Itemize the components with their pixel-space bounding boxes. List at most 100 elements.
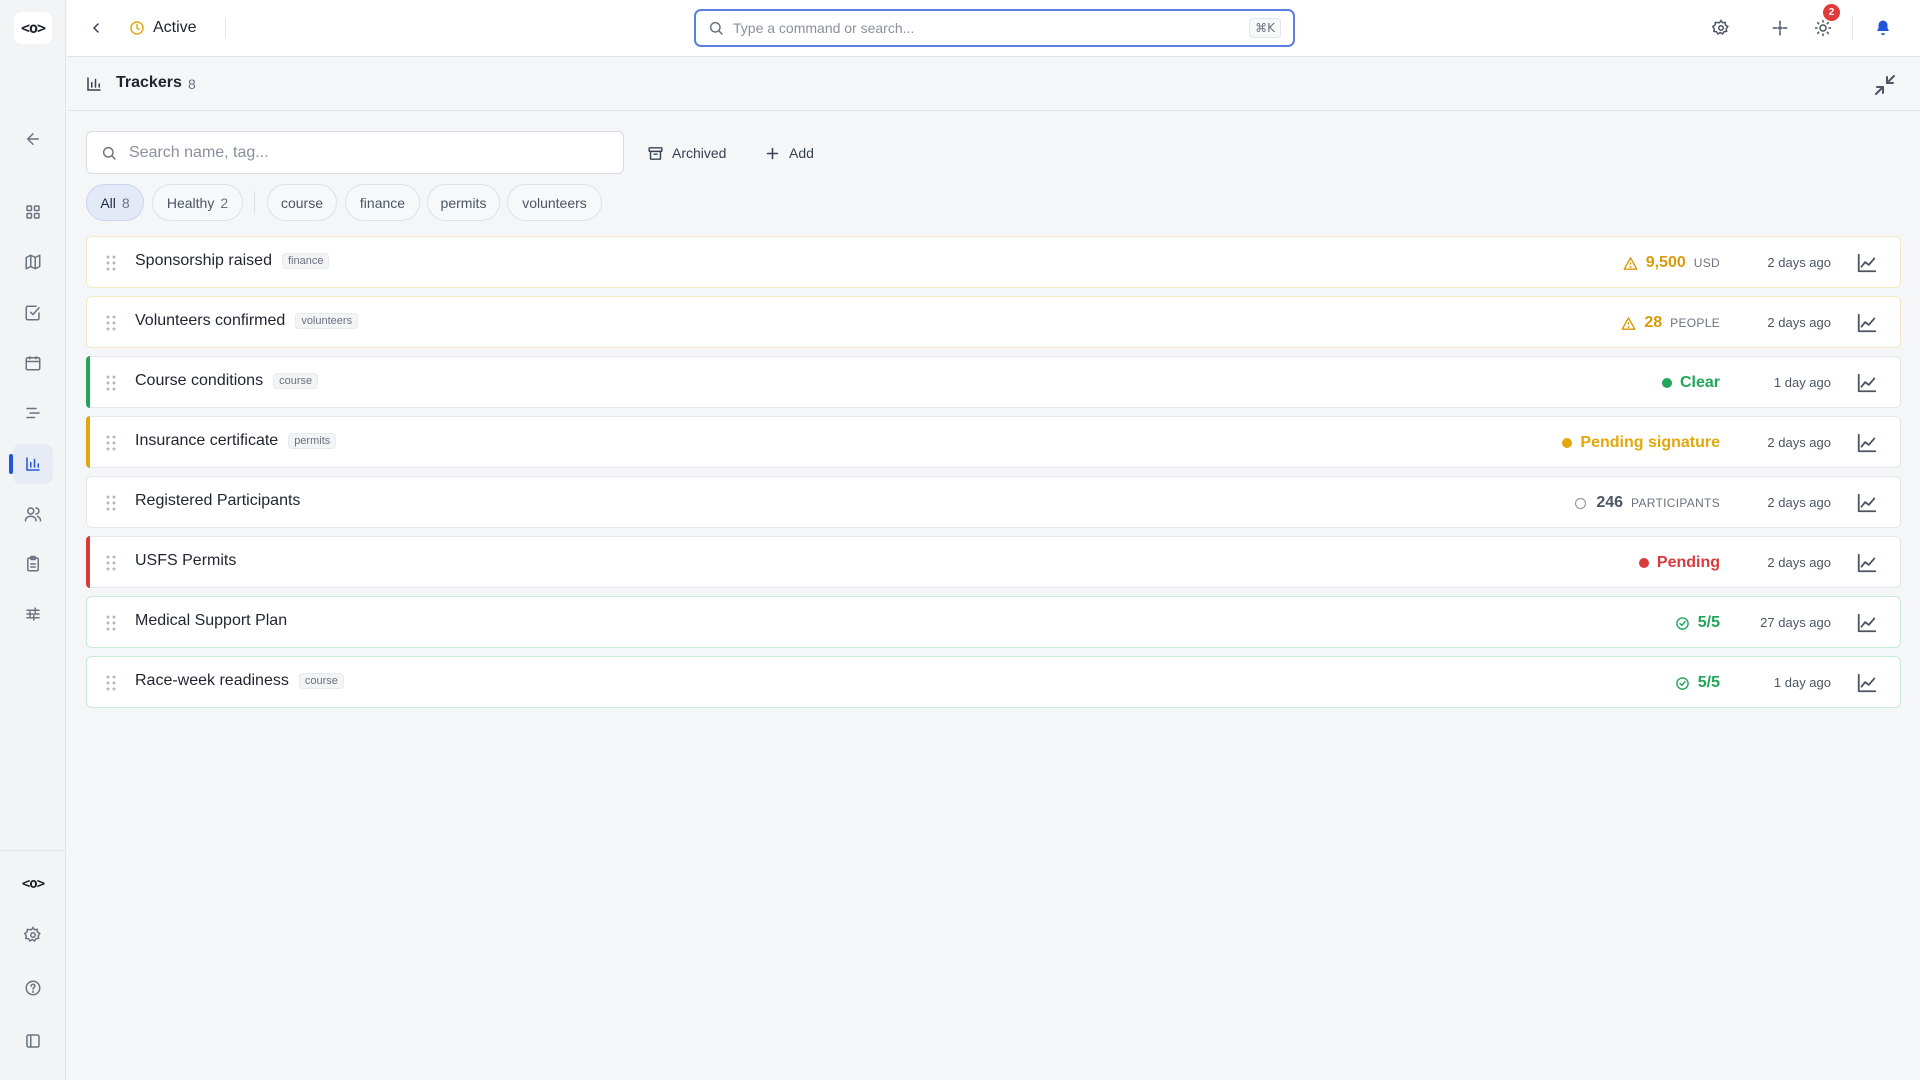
tracker-title: Registered Participants: [135, 492, 301, 509]
tracker-row[interactable]: Registered Participants 246 PARTICIPANTS…: [86, 476, 1901, 528]
chip-label: All: [100, 194, 116, 211]
trend-chart-icon[interactable]: [1856, 612, 1878, 634]
status-label: Active: [153, 19, 197, 36]
tracker-row[interactable]: USFS Permits Pending 2 days ago: [86, 536, 1901, 588]
bell-icon: [1877, 20, 1889, 36]
tracker-title: Race-week readiness: [135, 672, 289, 689]
value-number: 9,500: [1645, 254, 1686, 271]
trend-chart-icon[interactable]: [1856, 552, 1878, 574]
sidebar-item-checklist[interactable]: [13, 544, 53, 584]
drag-handle-icon[interactable]: [106, 435, 116, 451]
gear-icon: [1712, 19, 1729, 36]
drag-handle-icon[interactable]: [106, 555, 116, 571]
tracker-tag: finance: [281, 253, 330, 269]
minimize-icon[interactable]: [1873, 73, 1897, 97]
sidebar-item-trackers[interactable]: [13, 444, 53, 484]
trend-chart-icon[interactable]: [1856, 432, 1878, 454]
tracker-name: Volunteers confirmed volunteers: [135, 312, 359, 330]
archived-button[interactable]: Archived: [647, 141, 726, 165]
status-stripe: [86, 536, 90, 588]
check-square-icon: [25, 305, 40, 321]
topbar-divider-right: [1852, 16, 1853, 40]
circle-outline-icon: [1575, 497, 1587, 509]
drag-handle-icon[interactable]: [106, 375, 116, 391]
tracker-value: 5/5: [1675, 672, 1720, 694]
filter-chip-course[interactable]: course: [267, 184, 337, 221]
check-circle-icon: [1675, 616, 1689, 630]
tracker-row[interactable]: Insurance certificate permits Pending si…: [86, 416, 1901, 468]
sidebar-item-calendar[interactable]: [13, 343, 53, 383]
sidebar-item-settings-sliders[interactable]: [13, 594, 53, 634]
sliders-icon: [26, 607, 40, 621]
drag-handle-icon[interactable]: [106, 675, 116, 691]
value-unit: PARTICIPANTS: [1631, 496, 1720, 510]
chip-label: Healthy: [166, 194, 215, 211]
sidebar-back-button[interactable]: [13, 119, 53, 159]
workspace-logo[interactable]: <o>: [13, 868, 53, 900]
topbar: Active Type a command or search... ⌘K 2: [67, 0, 1920, 57]
tracker-title: Medical Support Plan: [135, 612, 288, 629]
tracker-row[interactable]: Course conditions course Clear 1 day ago: [86, 356, 1901, 408]
sidebar-settings-button[interactable]: [13, 915, 53, 955]
ai-assist-button[interactable]: [1766, 14, 1794, 42]
sidebar-item-people[interactable]: [13, 494, 53, 534]
trend-chart-icon[interactable]: [1856, 492, 1878, 514]
command-search-input[interactable]: Type a command or search... ⌘K: [694, 9, 1295, 47]
drag-handle-icon[interactable]: [106, 315, 116, 331]
tracker-name: USFS Permits: [135, 552, 236, 570]
add-tracker-button[interactable]: Add: [764, 141, 814, 165]
search-icon: [102, 146, 116, 160]
drag-handle-icon[interactable]: [106, 615, 116, 631]
sidebar-item-dashboard[interactable]: [13, 192, 53, 232]
app-logo[interactable]: <o>: [14, 12, 52, 44]
search-icon: [709, 21, 723, 35]
tracker-value: 246 PARTICIPANTS: [1573, 492, 1720, 514]
status-stripe: [86, 356, 90, 408]
sidebar: <o> <o>: [0, 0, 66, 1080]
trend-chart-icon[interactable]: [1856, 312, 1878, 334]
tracker-search-input[interactable]: Search name, tag...: [86, 131, 624, 174]
filter-chip-healthy[interactable]: Healthy 2: [152, 184, 243, 221]
chip-count: 2: [220, 194, 229, 211]
add-label: Add: [789, 145, 814, 161]
trend-chart-icon[interactable]: [1856, 672, 1878, 694]
filter-chip-volunteers[interactable]: volunteers: [507, 184, 602, 221]
back-button[interactable]: [81, 14, 111, 42]
value-text: Clear: [1679, 374, 1720, 391]
sidebar-help-button[interactable]: [13, 968, 53, 1008]
filter-chip-all[interactable]: All 8: [86, 184, 144, 221]
updated-time: 27 days ago: [1760, 615, 1831, 630]
tracker-value: Pending signature: [1562, 432, 1720, 454]
tracker-name: Medical Support Plan: [135, 612, 287, 630]
status-dot: [1661, 378, 1672, 388]
trend-chart-icon[interactable]: [1856, 252, 1878, 274]
sidebar-item-timeline[interactable]: [13, 393, 53, 433]
tracker-title: Sponsorship raised: [135, 252, 272, 269]
archived-label: Archived: [672, 145, 727, 161]
settings-button[interactable]: [1707, 14, 1735, 42]
sparkle-icon: [1772, 20, 1788, 36]
tracker-row[interactable]: Volunteers confirmed volunteers 28 PEOPL…: [86, 296, 1901, 348]
value-number: 246: [1596, 494, 1624, 511]
tracker-row[interactable]: Sponsorship raised finance 9,500 USD 2 d…: [86, 236, 1901, 288]
drag-handle-icon[interactable]: [106, 255, 116, 271]
sidebar-item-tasks[interactable]: [13, 293, 53, 333]
sidebar-toggle-button[interactable]: [13, 1021, 53, 1061]
tracker-row[interactable]: Race-week readiness course 5/5 1 day ago: [86, 656, 1901, 708]
tracker-row[interactable]: Medical Support Plan 5/5 27 days ago: [86, 596, 1901, 648]
drag-handle-icon[interactable]: [106, 495, 116, 511]
filter-chip-permits[interactable]: permits: [427, 184, 500, 221]
panel-icon: [26, 1034, 40, 1048]
value-number: 5/5: [1697, 674, 1720, 691]
notifications-button[interactable]: [1869, 14, 1897, 42]
sidebar-item-map[interactable]: [13, 242, 53, 282]
filter-chip-finance[interactable]: finance: [345, 184, 420, 221]
updated-time: 2 days ago: [1767, 255, 1831, 270]
bar-chart-icon: [87, 77, 101, 91]
list-icon: [26, 407, 40, 419]
tracker-name: Race-week readiness course: [135, 672, 344, 690]
tracker-title: Course conditions: [135, 372, 264, 389]
trend-chart-icon[interactable]: [1856, 372, 1878, 394]
notification-badge: 2: [1823, 4, 1840, 21]
status-selector[interactable]: Active: [129, 16, 197, 40]
